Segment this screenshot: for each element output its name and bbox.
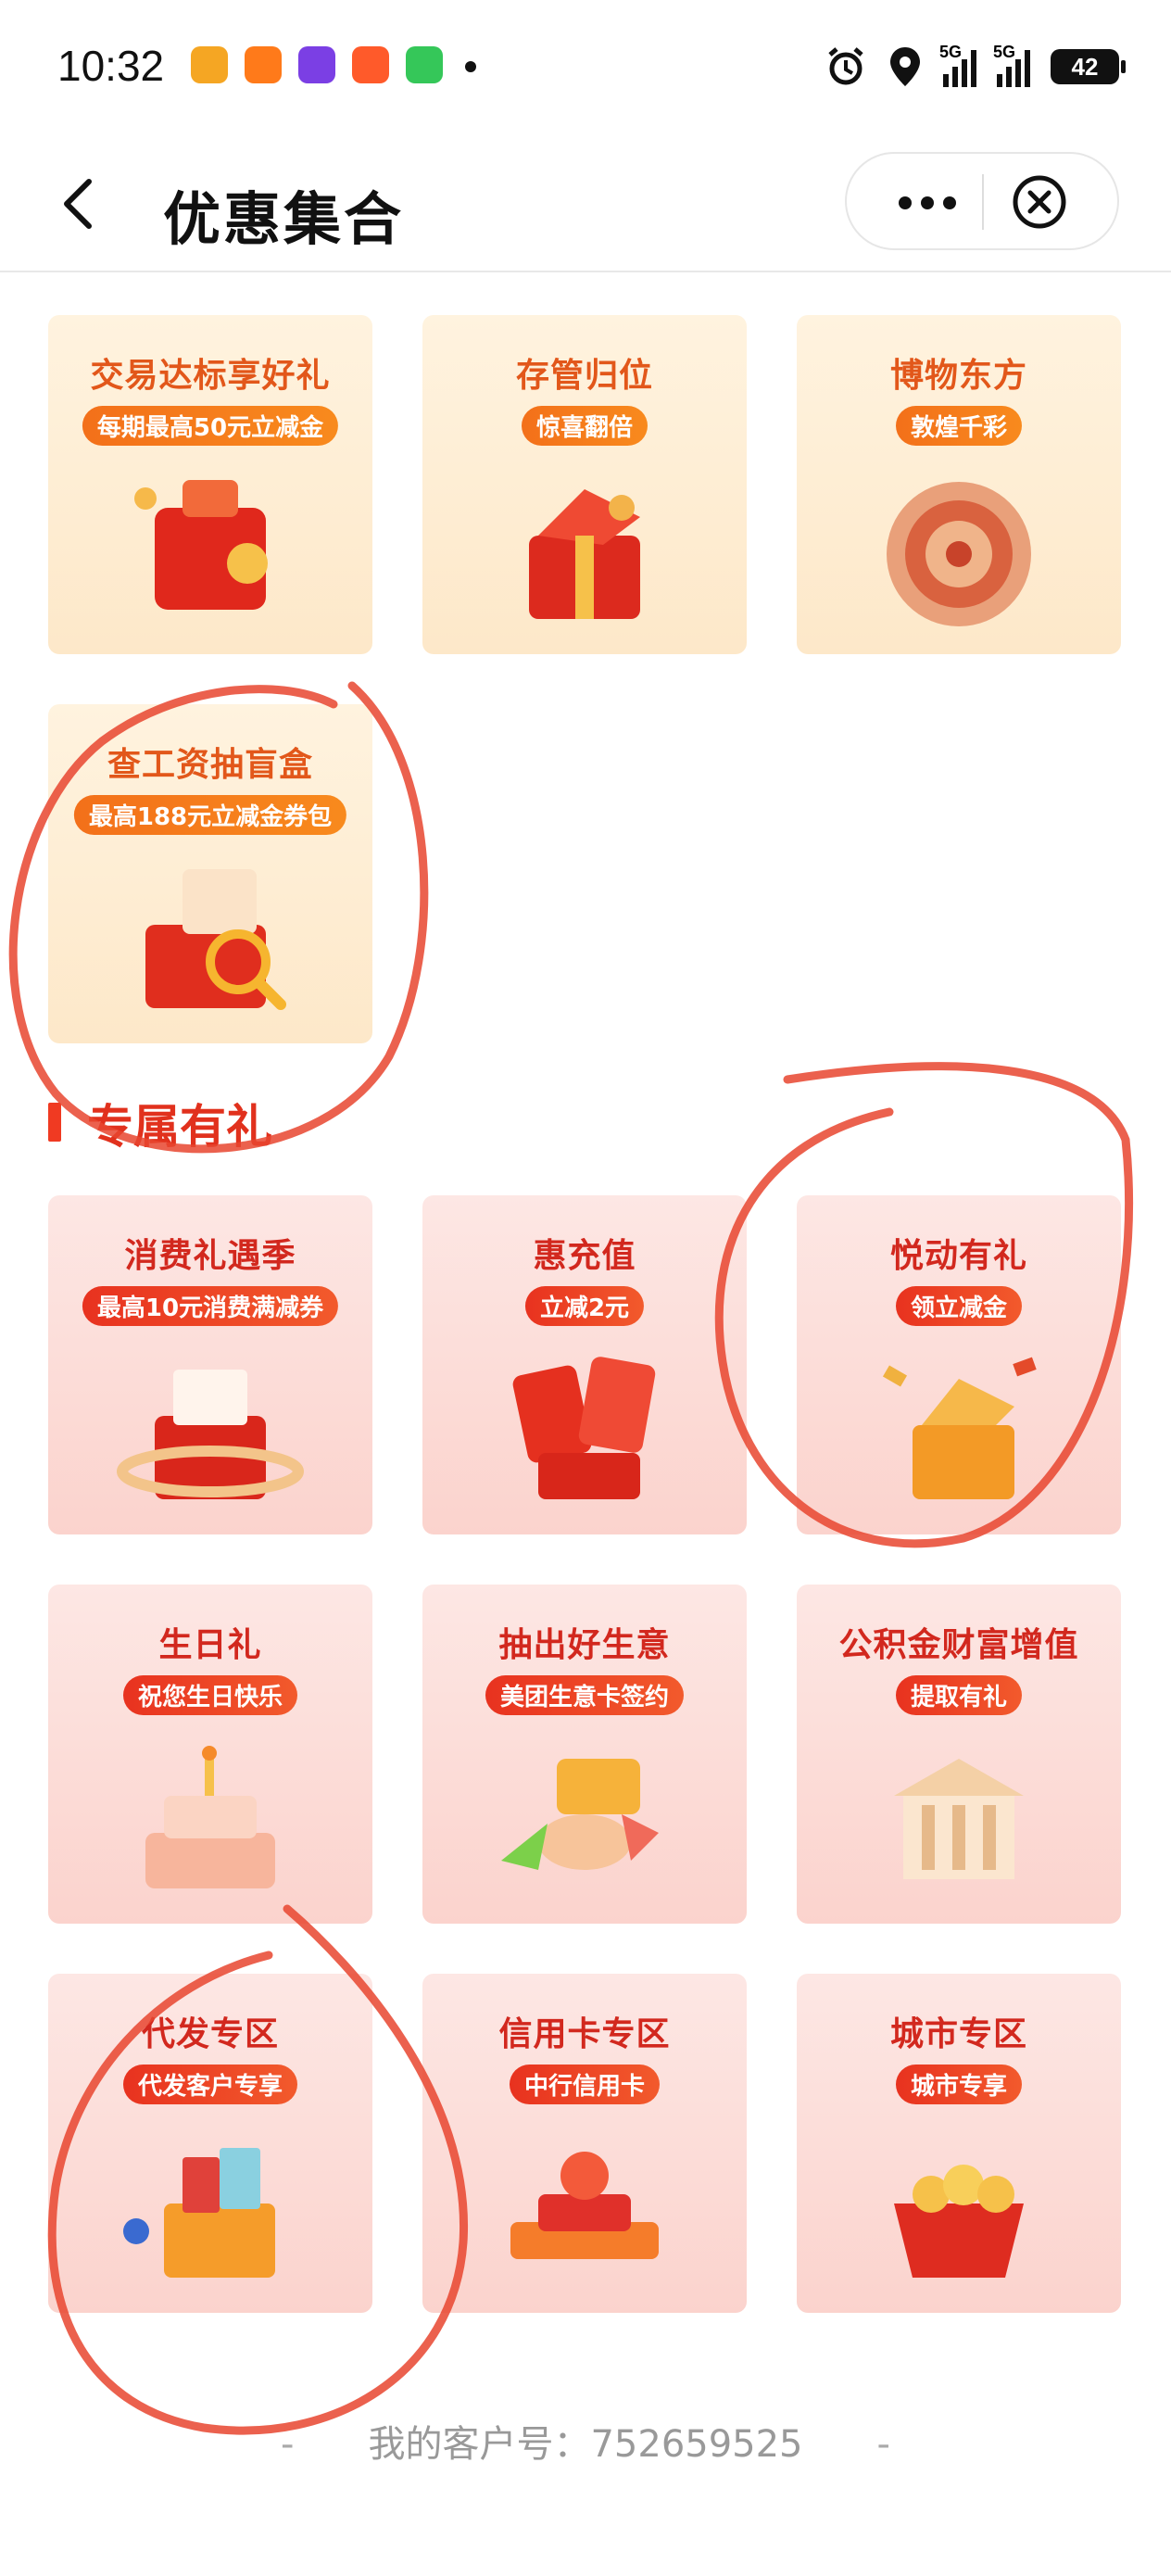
card-subtitle: 最高10元消费满减券 xyxy=(82,1286,339,1326)
close-circle-icon[interactable] xyxy=(1010,172,1069,232)
card-title: 城市专区 xyxy=(889,2015,1027,2053)
promo-card-museum[interactable]: 博物东方 敦煌千彩 xyxy=(797,315,1121,654)
back-arrow-icon[interactable] xyxy=(52,174,107,234)
card-subtitle: 祝您生日快乐 xyxy=(122,1675,298,1715)
promo-card-business[interactable]: 抽出好生意 美团生意卡签约 xyxy=(422,1585,747,1924)
promo-card-sports[interactable]: 悦动有礼 领立减金 xyxy=(797,1195,1121,1534)
gift-wallet-illustration xyxy=(134,480,268,610)
more-menu-button[interactable] xyxy=(899,196,956,209)
promo-card-credit-card[interactable]: 信用卡专区 中行信用卡 xyxy=(422,1974,747,2313)
card-subtitle: 敦煌千彩 xyxy=(895,406,1023,446)
card-subtitle: 代发客户专享 xyxy=(122,2065,298,2104)
hand-card-illustration xyxy=(501,1759,659,1870)
promo-card-payroll[interactable]: 代发专区 代发客户专享 xyxy=(48,1974,372,2313)
footer-customer-number: - 我的客户号：752659525 - xyxy=(0,2414,1171,2468)
card-title: 代发专区 xyxy=(141,2015,279,2053)
card-subtitle: 最高188元立减金券包 xyxy=(73,795,347,835)
card-subtitle: 领立减金 xyxy=(895,1286,1023,1326)
promo-card-housing-fund[interactable]: 公积金财富增值 提取有礼 xyxy=(797,1585,1121,1924)
card-title: 信用卡专区 xyxy=(498,2015,671,2053)
page-title: 优惠集合 xyxy=(163,185,405,253)
signal-5g-2-icon: 5G xyxy=(993,43,1030,87)
exploding-gift-illustration xyxy=(882,1357,1037,1499)
mini-program-capsule xyxy=(845,152,1119,250)
promo-card-recharge[interactable]: 惠充值 立减2元 xyxy=(422,1195,747,1534)
alarm-icon xyxy=(828,47,863,85)
gift-app-icon xyxy=(352,46,389,83)
card-title: 交易达标享好礼 xyxy=(90,357,331,395)
footer-dash-left: - xyxy=(281,2423,295,2466)
promo-card-trade-reward[interactable]: 交易达标享好礼 每期最高50元立减金 xyxy=(48,315,372,654)
taobao-flash-app-icon xyxy=(245,46,282,83)
more-dot-icon xyxy=(943,196,956,209)
card-title: 消费礼遇季 xyxy=(124,1237,296,1275)
card-subtitle: 城市专享 xyxy=(895,2065,1023,2104)
location-icon xyxy=(890,47,920,86)
coupon-gift-illustration xyxy=(117,1370,304,1499)
card-title: 抽出好生意 xyxy=(498,1626,671,1664)
signal-5g-1-icon: 5G xyxy=(939,43,976,87)
birthday-cake-illustration xyxy=(145,1746,275,1888)
bank-app-icon xyxy=(298,46,335,83)
card-subtitle: 惊喜翻倍 xyxy=(521,406,648,446)
card-title: 博物东方 xyxy=(889,357,1027,395)
card-title: 生日礼 xyxy=(158,1626,262,1664)
card-title: 存管归位 xyxy=(515,357,653,395)
card-subtitle: 中行信用卡 xyxy=(509,2065,661,2104)
video-app-icon xyxy=(406,46,443,83)
battery-icon: 42 xyxy=(1051,49,1126,84)
promo-card-city[interactable]: 城市专区 城市专享 xyxy=(797,1974,1121,2313)
card-subtitle: 每期最高50元立减金 xyxy=(82,406,339,446)
card-subtitle: 提取有礼 xyxy=(895,1675,1023,1715)
section-title: 专属有礼 xyxy=(87,1100,272,1154)
more-dot-icon xyxy=(921,196,934,209)
signal-1-label: 5G xyxy=(939,43,963,61)
card-subtitle: 美团生意卡签约 xyxy=(485,1675,685,1715)
footer-dash-right: - xyxy=(876,2423,890,2466)
card-title: 悦动有礼 xyxy=(889,1237,1027,1275)
status-time: 10:32 xyxy=(57,42,165,90)
card-subtitle: 立减2元 xyxy=(524,1286,645,1326)
coin-basket-illustration xyxy=(894,2165,1024,2278)
signal-2-label: 5G xyxy=(993,43,1016,61)
promo-card-custody[interactable]: 存管归位 惊喜翻倍 xyxy=(422,315,747,654)
status-right-group: 5G 5G 42 xyxy=(825,41,1126,93)
promo-card-birthday[interactable]: 生日礼 祝您生日快乐 xyxy=(48,1585,372,1924)
card-title: 惠充值 xyxy=(533,1237,636,1275)
section-accent-bar xyxy=(48,1103,61,1142)
status-bar: 10:32 5G 5G 42 xyxy=(0,0,1171,139)
blind-box-magnifier-illustration xyxy=(145,869,286,1010)
promo-card-salary-blindbox[interactable]: 查工资抽盲盒 最高188元立减金券包 xyxy=(48,704,372,1043)
navigation-bar: 优惠集合 xyxy=(0,139,1171,272)
promo-card-consumption[interactable]: 消费礼遇季 最高10元消费满减券 xyxy=(48,1195,372,1534)
notification-dot xyxy=(465,61,476,72)
dunhuang-pattern-illustration xyxy=(887,482,1031,626)
battery-level: 42 xyxy=(1071,52,1099,81)
card-title: 公积金财富增值 xyxy=(838,1626,1079,1664)
red-envelope-illustration xyxy=(512,1357,656,1499)
more-dot-icon xyxy=(899,196,912,209)
customer-number-text: 我的客户号：752659525 xyxy=(368,2423,803,2466)
bank-building-illustration xyxy=(894,1759,1024,1879)
weibo-app-icon xyxy=(191,46,228,83)
credit-card-illustration xyxy=(510,2152,659,2259)
payroll-box-illustration xyxy=(123,2148,275,2278)
card-title: 查工资抽盲盒 xyxy=(107,746,313,784)
red-gift-box-illustration xyxy=(529,489,640,619)
capsule-divider xyxy=(982,174,984,230)
